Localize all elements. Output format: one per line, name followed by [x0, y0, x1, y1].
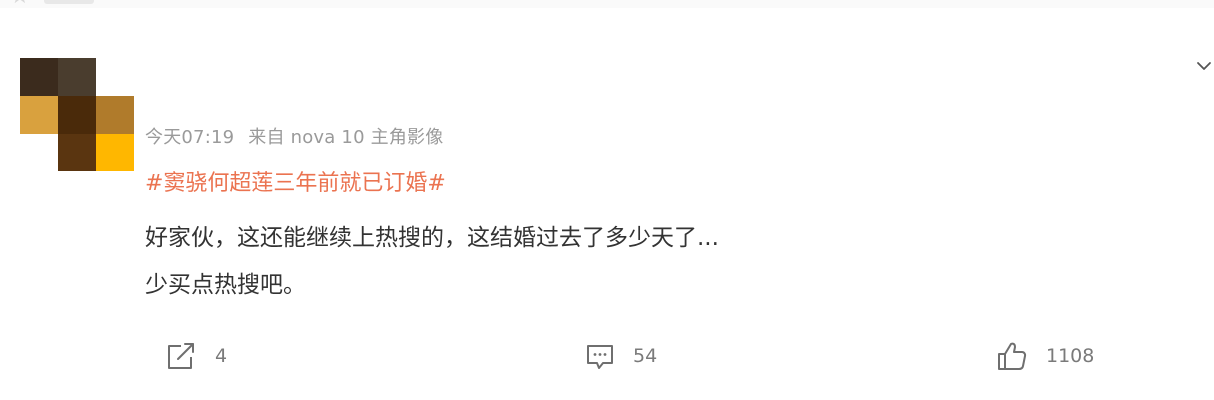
star-icon: ★	[10, 0, 30, 8]
like-count: 1108	[1046, 345, 1095, 367]
post-time: 今天07:19	[145, 127, 235, 148]
previous-post-edge: ★	[0, 0, 1214, 8]
avatar-pixel	[96, 134, 134, 171]
avatar-pixel	[58, 134, 96, 171]
avatar-pixel	[20, 134, 58, 171]
chevron-down-icon[interactable]	[1196, 58, 1212, 74]
avatar-pixel	[20, 96, 58, 134]
share-button[interactable]: 4	[165, 338, 227, 374]
topic-link[interactable]: #窦骁何超莲三年前就已订婚#	[145, 165, 446, 197]
thumbs-up-icon	[998, 342, 1027, 370]
post-text-line-1: 好家伙，这还能继续上热搜的，这结婚过去了多少天了...	[145, 225, 719, 251]
avatar-pixel	[58, 96, 96, 134]
share-icon	[168, 343, 194, 369]
avatar[interactable]	[20, 58, 134, 171]
avatar-pixel	[20, 58, 58, 96]
avatar-pixel	[58, 58, 96, 96]
avatar-pixel	[96, 96, 134, 134]
comment-icon	[587, 345, 613, 369]
comment-button[interactable]: 54	[585, 338, 657, 374]
post-text-line-2: 少买点热搜吧。	[145, 272, 306, 298]
comment-count: 54	[633, 345, 658, 367]
share-count: 4	[215, 345, 228, 367]
avatar-pixel	[96, 58, 134, 96]
post-meta: 今天07:19 来自 nova 10 主角影像	[145, 123, 443, 149]
post-source: 来自 nova 10 主角影像	[248, 127, 444, 148]
like-button[interactable]: 1108	[996, 338, 1094, 374]
faint-label	[44, 0, 94, 4]
